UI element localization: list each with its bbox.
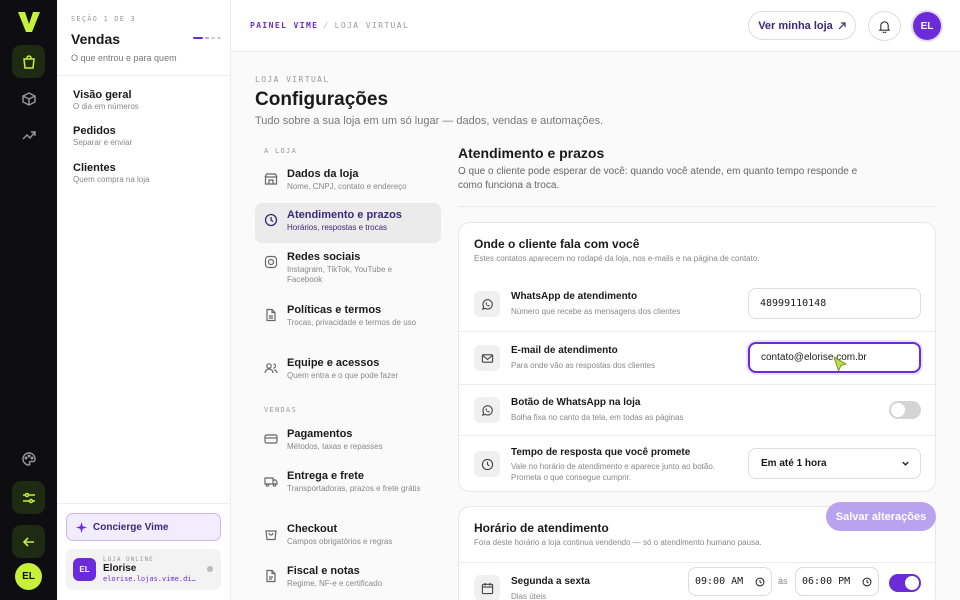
time-separator: às [778, 576, 788, 586]
settings-item-fiscal[interactable]: Fiscal e notas Regime, NF-e e certificad… [255, 559, 441, 597]
arrow-left-icon [22, 536, 34, 547]
whatsapp-bubble-icon [474, 397, 500, 423]
section-progress [193, 37, 221, 39]
clock-icon [264, 213, 278, 227]
vime-logo[interactable] [16, 10, 42, 34]
page-eyebrow: LOJA VIRTUAL [255, 75, 330, 84]
top-bar: PAINEL VIME / LOJA VIRTUAL Ver minha loja … [231, 0, 960, 52]
page-title: Configurações [255, 89, 389, 110]
rail-appearance-button[interactable] [12, 442, 45, 475]
sidebar-item-customers[interactable]: Clientes Quem compra na loja [73, 162, 149, 184]
close-time-input[interactable]: 06:00 PM [795, 567, 879, 596]
rail-collapse-button[interactable] [12, 525, 45, 558]
sidebar-item-orders[interactable]: Pedidos Separar e enviar [73, 125, 132, 147]
user-avatar[interactable]: EL [15, 563, 42, 590]
concierge-button[interactable]: Concierge Vime [66, 513, 221, 541]
weekday-row: Segunda a sexta Dias úteis 09:00 AM às 0… [459, 562, 935, 600]
mail-icon [474, 345, 500, 371]
users-icon [264, 363, 278, 374]
palette-icon [21, 451, 36, 466]
rail-sales-button[interactable] [12, 45, 45, 78]
credit-card-icon [264, 434, 278, 444]
receipt-icon [266, 569, 276, 583]
clock-icon [474, 451, 500, 477]
hours-card-title: Horário de atendimento [474, 521, 609, 535]
open-time-input[interactable]: 09:00 AM [688, 567, 772, 596]
wa-button-row: Botão de WhatsApp na loja Bolha fixa no … [459, 384, 935, 435]
document-icon [266, 308, 276, 322]
store-name: Elorise [103, 563, 137, 574]
instagram-icon [264, 255, 278, 269]
settings-item-service-hours[interactable]: Atendimento e prazos Horários, respostas… [255, 203, 441, 243]
content-subtitle: O que o cliente pode esperar de você: qu… [458, 166, 858, 191]
rail-settings-button[interactable] [12, 481, 45, 514]
settings-item-checkout[interactable]: Checkout Campos obrigatórios e regras [255, 517, 441, 555]
view-store-button[interactable]: Ver minha loja [748, 11, 856, 40]
response-time-select[interactable]: Em até 1 hora [748, 448, 921, 479]
whatsapp-input[interactable]: 48999110148 [748, 288, 921, 319]
trending-up-icon [22, 130, 36, 139]
shopping-bag-icon [22, 54, 35, 69]
contact-card-subtitle: Estes contatos aparecem no rodapé da loj… [474, 254, 760, 263]
settings-item-store-data[interactable]: Dados da loja Nome, CNPJ, contato e ende… [255, 162, 441, 200]
settings-item-team[interactable]: Equipe e acessos Quem entra e o que pode… [255, 351, 441, 389]
whatsapp-icon [474, 291, 500, 317]
store-status-dot [207, 566, 213, 572]
clock-small-icon [755, 577, 765, 586]
settings-section-store: A LOJA [264, 147, 298, 155]
weekday-toggle[interactable] [889, 574, 921, 592]
breadcrumb-home[interactable]: PAINEL VIME [250, 21, 318, 30]
bell-icon [878, 20, 891, 33]
settings-item-policies[interactable]: Políticas e termos Trocas, privacidade e… [255, 298, 441, 346]
chevron-down-icon [902, 461, 909, 466]
notifications-button[interactable] [868, 11, 901, 41]
calendar-icon [474, 575, 500, 600]
email-row: E-mail de atendimento Para onde vão as r… [459, 331, 935, 384]
rail-products-button[interactable] [12, 82, 45, 115]
page-subtitle: Tudo sobre a sua loja em um só lugar — d… [255, 115, 604, 127]
section-title: Vendas [71, 31, 121, 47]
whatsapp-row: WhatsApp de atendimento Número que receb… [459, 278, 935, 331]
box-icon [21, 91, 36, 106]
store-switcher[interactable]: EL LOJA ONLINE Elorise elorise.lojas.vim… [66, 549, 221, 590]
store-url: elorise.lojas.vime.digital [103, 575, 199, 583]
section-eyebrow: SEÇÃO 1 DE 3 [71, 15, 136, 23]
breadcrumb: PAINEL VIME / LOJA VIRTUAL [250, 21, 410, 30]
hours-card-subtitle: Fora deste horário a loja continua vende… [474, 538, 762, 547]
save-button[interactable]: Salvar alterações [826, 502, 936, 531]
section-subtitle: O que entrou e para quem [71, 53, 177, 63]
sparkle-icon [76, 521, 87, 533]
app-rail: EL [0, 0, 57, 600]
settings-item-payments[interactable]: Pagamentos Métodos, taxas e repasses [255, 422, 441, 460]
bag-icon [265, 530, 277, 541]
settings-item-social[interactable]: Redes sociais Instagram, TikTok, YouTube… [255, 245, 441, 293]
account-avatar[interactable]: EL [913, 12, 941, 40]
contact-card: Onde o cliente fala com você Estes conta… [458, 222, 936, 492]
contact-card-title: Onde o cliente fala com você [474, 237, 640, 251]
mouse-cursor-icon [833, 356, 847, 372]
response-time-row: Tempo de resposta que você promete Vale … [459, 435, 935, 491]
settings-section-sales: VENDAS [264, 406, 298, 414]
store-eyebrow: LOJA ONLINE [103, 556, 154, 563]
rail-analytics-button[interactable] [12, 118, 45, 151]
wa-button-toggle[interactable] [889, 401, 921, 419]
sidebar-item-overview[interactable]: Visão geral O dia em números [73, 89, 139, 111]
sliders-icon [22, 492, 35, 503]
settings-item-shipping[interactable]: Entrega e frete Transportadoras, prazos … [255, 464, 441, 512]
arrow-up-right-icon [838, 21, 846, 29]
storefront-icon [264, 173, 278, 185]
breadcrumb-current: LOJA VIRTUAL [334, 21, 410, 30]
clock-small-icon [862, 577, 872, 586]
truck-icon [264, 477, 278, 487]
section-sidebar: SEÇÃO 1 DE 3 Vendas O que entrou e para … [57, 0, 231, 600]
store-badge: EL [73, 558, 96, 581]
content-title: Atendimento e prazos [458, 145, 605, 161]
